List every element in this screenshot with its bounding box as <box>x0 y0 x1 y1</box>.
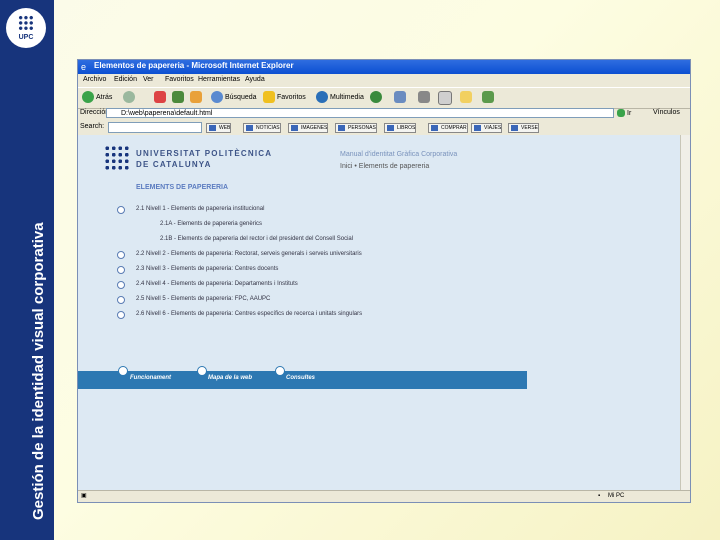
title-bar: e Elementos de papereria - Microsoft Int… <box>78 60 690 74</box>
page-content: UNIVERSITAT POLITÈCNICA DE CATALUNYA Man… <box>78 135 680 490</box>
search-travel-button[interactable]: VIAJES <box>471 123 503 133</box>
forward-button[interactable] <box>123 91 137 105</box>
search-web-button[interactable]: WEB <box>206 123 232 133</box>
status-bar: ▣ ▪ Mi PC <box>78 490 690 502</box>
discuss-icon <box>460 91 472 104</box>
list-item[interactable]: 2.3 Nivell 3 - Elements de papereria: Ce… <box>136 266 278 272</box>
links-button[interactable]: Vínculos <box>653 109 680 116</box>
messenger-button[interactable] <box>482 91 496 105</box>
search-input[interactable] <box>108 122 202 133</box>
manual-breadcrumb: Inici • Elements de papereria <box>340 163 430 170</box>
address-bar: Dirección D:\web\paperena\default.html I… <box>78 107 690 121</box>
refresh-icon <box>172 91 184 104</box>
page-icon: ▣ <box>81 493 87 499</box>
back-arrow-icon <box>82 91 94 104</box>
upc-logo-dots <box>18 15 34 31</box>
search-books-button[interactable]: LIBROS <box>384 123 417 133</box>
window-title: Elementos de papereria - Microsoft Inter… <box>94 61 294 70</box>
section-title: ELEMENTS DE PAPERERIA <box>136 184 229 191</box>
go-button[interactable]: Ir <box>617 109 631 117</box>
search-news-button[interactable]: NOTICIAS <box>243 123 281 133</box>
status-zone: Mi PC <box>608 493 625 499</box>
item-radio-bullet[interactable] <box>117 311 125 319</box>
nav-dot-funcionament <box>118 366 128 376</box>
menu-ayuda[interactable]: Ayuda <box>245 76 265 83</box>
search-label: Search: <box>80 123 105 130</box>
nav-mapa-web[interactable]: Mapa de la web <box>208 375 252 381</box>
item-radio-bullet[interactable] <box>117 296 125 304</box>
upc-logo-text: UPC <box>18 34 34 41</box>
list-item[interactable]: 2.2 Nivell 2 - Elements de papereria: Re… <box>136 251 362 257</box>
nav-dot-consultes <box>275 366 285 376</box>
menu-edicion[interactable]: Edición <box>114 76 137 83</box>
university-name-line2: DE CATALUNYA <box>136 160 212 169</box>
search-shop-button[interactable]: COMPRAR <box>428 123 468 133</box>
menu-herramientas[interactable]: Herramientas <box>198 76 240 83</box>
history-button[interactable] <box>370 91 384 105</box>
nav-consultes[interactable]: Consultes <box>286 375 315 381</box>
toolbar: Atrás Búsqueda Favoritos Multimedia <box>78 87 690 109</box>
stop-button[interactable] <box>154 91 168 105</box>
vertical-slide-title: Gestión de la identidad visual corporati… <box>30 222 47 520</box>
search-toolbar-button[interactable]: Búsqueda <box>211 91 257 105</box>
computer-icon: ▪ <box>598 493 601 499</box>
list-item[interactable]: 2.6 Nivell 6 - Elements de papereria: Ce… <box>136 311 362 317</box>
ie-icon: e <box>81 62 87 72</box>
manual-title: Manual d'identitat Gràfica Corporativa <box>340 151 458 158</box>
edit-button[interactable] <box>438 91 454 105</box>
star-icon <box>263 91 275 104</box>
menu-ver[interactable]: Ver <box>143 76 154 83</box>
search-bar: Search: WEB NOTICIAS IMAGENES PERSONAS L… <box>78 121 690 134</box>
discuss-button[interactable] <box>460 91 474 105</box>
nav-dot-mapa <box>197 366 207 376</box>
edit-icon <box>438 91 452 105</box>
search-more-button[interactable]: VERSE <box>508 123 539 133</box>
browser-window: e Elementos de papereria - Microsoft Int… <box>77 59 691 503</box>
left-sidebar-band: UPC Gestión de la identidad visual corpo… <box>0 0 54 540</box>
list-item[interactable]: 2.5 Nivell 5 - Elements de papereria: FP… <box>136 296 270 302</box>
footer-nav-bar: Funcionament Mapa de la web Consultes <box>78 366 527 389</box>
vertical-scrollbar[interactable] <box>680 135 690 490</box>
item-radio-bullet[interactable] <box>117 251 125 259</box>
multimedia-button[interactable]: Multimedia <box>316 91 364 105</box>
mail-icon <box>394 91 406 104</box>
university-name-line1: UNIVERSITAT POLITÈCNICA <box>136 149 273 158</box>
forward-arrow-icon <box>123 91 135 104</box>
home-button[interactable] <box>190 91 204 105</box>
list-item[interactable]: 2.1A - Elements de papereria genèrics <box>160 221 262 227</box>
item-radio-bullet[interactable] <box>117 206 125 214</box>
address-label: Dirección <box>80 109 110 116</box>
history-icon <box>370 91 382 104</box>
print-button[interactable] <box>418 91 432 105</box>
print-icon <box>418 91 430 104</box>
go-arrow-icon <box>617 109 625 117</box>
list-item[interactable]: 2.1B - Elements de papereria del rector … <box>160 236 353 242</box>
item-radio-bullet[interactable] <box>117 281 125 289</box>
home-icon <box>190 91 202 104</box>
search-people-button[interactable]: PERSONAS <box>335 123 377 133</box>
messenger-icon <box>482 91 494 104</box>
menu-favoritos[interactable]: Favoritos <box>165 76 194 83</box>
menu-archivo[interactable]: Archivo <box>83 76 106 83</box>
search-images-button[interactable]: IMAGENES <box>288 123 329 133</box>
back-button[interactable]: Atrás <box>82 91 112 105</box>
item-radio-bullet[interactable] <box>117 266 125 274</box>
favorites-button[interactable]: Favoritos <box>263 91 306 105</box>
search-icon <box>211 91 223 104</box>
refresh-button[interactable] <box>172 91 186 105</box>
mail-button[interactable] <box>394 91 408 105</box>
globe-icon <box>316 91 328 104</box>
menu-bar: Archivo Edición Ver Favoritos Herramient… <box>78 74 690 86</box>
upc-page-logo <box>104 145 130 171</box>
stop-icon <box>154 91 166 104</box>
list-item[interactable]: 2.1 Nivell 1 - Elements de papereria ins… <box>136 206 264 212</box>
upc-logo: UPC <box>6 8 46 48</box>
nav-funcionament[interactable]: Funcionament <box>130 375 171 381</box>
address-input[interactable]: D:\web\paperena\default.html <box>106 108 614 118</box>
list-item[interactable]: 2.4 Nivell 4 - Elements de papereria: De… <box>136 281 298 287</box>
